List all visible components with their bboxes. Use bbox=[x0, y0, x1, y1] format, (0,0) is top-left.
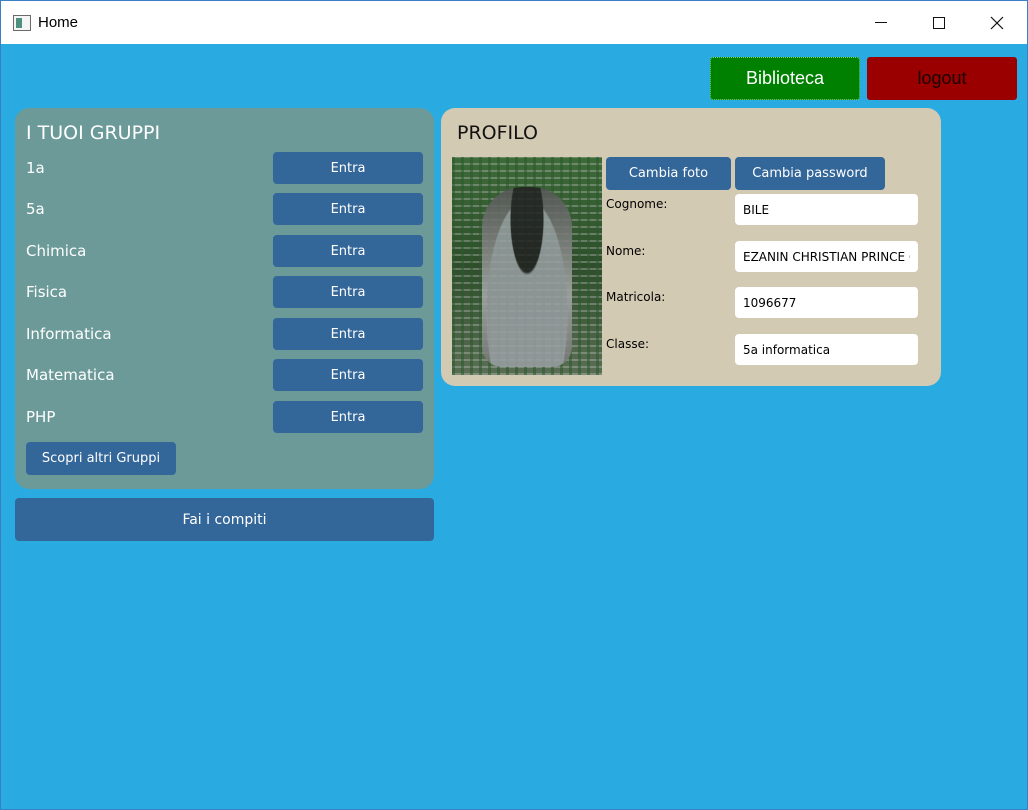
enter-group-button[interactable]: Entra bbox=[273, 152, 423, 184]
app-window-icon bbox=[13, 15, 31, 31]
change-photo-button[interactable]: Cambia foto bbox=[606, 157, 731, 190]
window-title: Home bbox=[38, 14, 79, 31]
group-row: Chimica Entra bbox=[15, 235, 434, 267]
class-field[interactable] bbox=[735, 334, 918, 365]
group-row: Fisica Entra bbox=[15, 276, 434, 308]
group-name: Matematica bbox=[26, 366, 115, 384]
discover-groups-button[interactable]: Scopri altri Gruppi bbox=[26, 442, 176, 475]
group-row: Matematica Entra bbox=[15, 359, 434, 391]
groups-panel: I TUOI GRUPPI 1a Entra 5a Entra Chimica … bbox=[15, 108, 434, 489]
group-name: Informatica bbox=[26, 325, 112, 343]
name-label: Nome: bbox=[606, 244, 646, 258]
group-name: Chimica bbox=[26, 242, 87, 260]
enter-group-button[interactable]: Entra bbox=[273, 318, 423, 350]
minimize-icon bbox=[875, 22, 887, 23]
title-bar: Home bbox=[1, 1, 1027, 44]
profile-panel: PROFILO Cambia foto Cambia password Cogn… bbox=[441, 108, 941, 386]
logout-button[interactable]: logout bbox=[867, 57, 1017, 100]
profile-title: PROFILO bbox=[457, 122, 539, 144]
student-id-field[interactable] bbox=[735, 287, 918, 318]
close-button[interactable] bbox=[968, 1, 1026, 44]
profile-photo-figure bbox=[482, 187, 572, 367]
surname-field[interactable] bbox=[735, 194, 918, 225]
enter-group-button[interactable]: Entra bbox=[273, 276, 423, 308]
minimize-button[interactable] bbox=[852, 1, 910, 44]
group-name: PHP bbox=[26, 408, 56, 426]
groups-title: I TUOI GRUPPI bbox=[26, 122, 161, 144]
group-name: 1a bbox=[26, 159, 45, 177]
group-row: 1a Entra bbox=[15, 152, 434, 184]
group-row: Informatica Entra bbox=[15, 318, 434, 350]
profile-photo bbox=[452, 157, 602, 375]
surname-label: Cognome: bbox=[606, 197, 668, 211]
enter-group-button[interactable]: Entra bbox=[273, 193, 423, 225]
do-homework-button[interactable]: Fai i compiti bbox=[15, 498, 434, 541]
maximize-icon bbox=[933, 16, 945, 29]
group-row: 5a Entra bbox=[15, 193, 434, 225]
group-name: 5a bbox=[26, 200, 45, 218]
maximize-button[interactable] bbox=[910, 1, 968, 44]
biblioteca-button[interactable]: Biblioteca bbox=[710, 57, 860, 100]
change-password-button[interactable]: Cambia password bbox=[735, 157, 885, 190]
app-window: Home Biblioteca logout I TUOI GRUPPI 1a … bbox=[0, 0, 1028, 810]
class-label: Classe: bbox=[606, 337, 649, 351]
group-row: PHP Entra bbox=[15, 401, 434, 433]
name-field[interactable] bbox=[735, 241, 918, 272]
enter-group-button[interactable]: Entra bbox=[273, 235, 423, 267]
group-name: Fisica bbox=[26, 283, 68, 301]
enter-group-button[interactable]: Entra bbox=[273, 401, 423, 433]
close-icon bbox=[990, 16, 1004, 29]
student-id-label: Matricola: bbox=[606, 290, 666, 304]
enter-group-button[interactable]: Entra bbox=[273, 359, 423, 391]
